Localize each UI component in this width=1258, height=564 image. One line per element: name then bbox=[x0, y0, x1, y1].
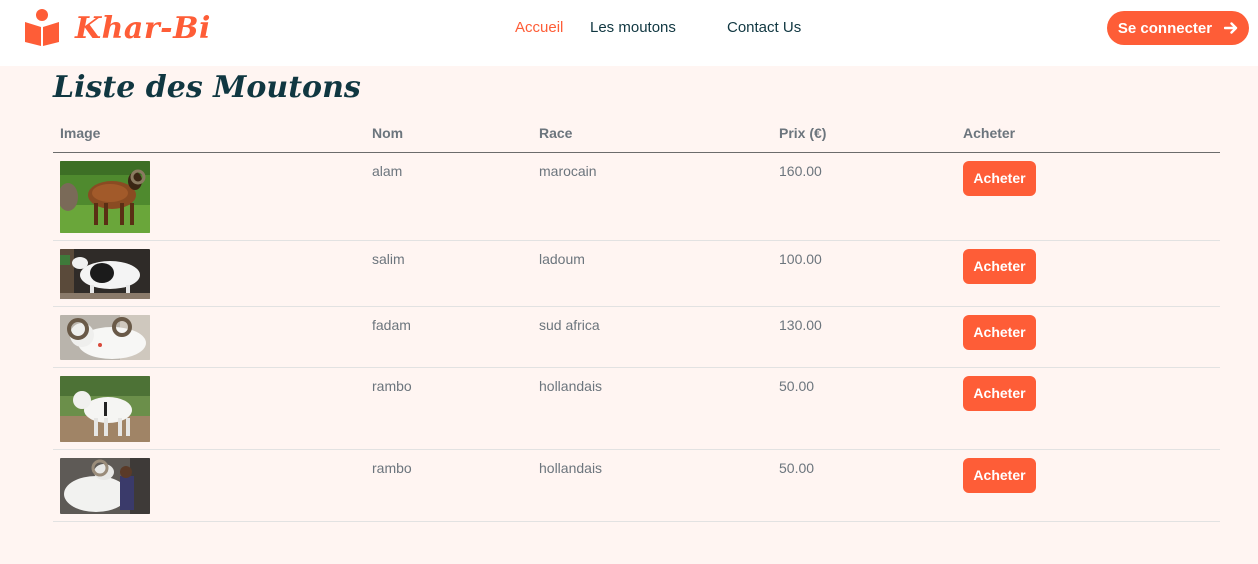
column-header-race: Race bbox=[532, 114, 772, 153]
race-cell: sud africa bbox=[532, 306, 772, 368]
page-title: Liste des Moutons bbox=[53, 70, 361, 105]
acheter-button[interactable]: Acheter bbox=[963, 248, 1036, 284]
brand-logo[interactable]: Khar-Bi bbox=[24, 8, 211, 48]
prix-cell: 160.00 bbox=[772, 152, 956, 241]
acheter-cell: Acheter bbox=[956, 240, 1220, 307]
table-row: salim ladoum 100.00 Acheter bbox=[53, 240, 1220, 307]
nom-cell: alam bbox=[365, 152, 532, 241]
table-row: fadam sud africa 130.00 Acheter bbox=[53, 306, 1220, 368]
nom-cell: rambo bbox=[365, 449, 532, 522]
prix-cell: 50.00 bbox=[772, 367, 956, 450]
acheter-cell: Acheter bbox=[956, 306, 1220, 368]
race-cell: ladoum bbox=[532, 240, 772, 307]
sheep-table: Image Nom Race Prix (€) Acheter alam mar… bbox=[53, 114, 1220, 522]
image-cell bbox=[53, 449, 365, 522]
book-reader-icon bbox=[25, 9, 59, 46]
white-sheep-outdoor-photo bbox=[60, 375, 150, 442]
nav-link-accueil[interactable]: Accueil bbox=[515, 19, 563, 36]
prix-cell: 50.00 bbox=[772, 449, 956, 522]
race-cell: hollandais bbox=[532, 367, 772, 450]
race-cell: hollandais bbox=[532, 449, 772, 522]
white-ram-photo bbox=[60, 314, 150, 360]
acheter-button[interactable]: Acheter bbox=[963, 160, 1036, 196]
brand-name: Khar-Bi bbox=[75, 10, 211, 46]
nav-link-les-moutons[interactable]: Les moutons bbox=[590, 19, 676, 36]
nom-cell: rambo bbox=[365, 367, 532, 450]
image-cell bbox=[53, 240, 365, 307]
arrow-right-icon bbox=[1224, 22, 1238, 34]
prix-cell: 130.00 bbox=[772, 306, 956, 368]
image-cell bbox=[53, 367, 365, 450]
table-header-row: Image Nom Race Prix (€) Acheter bbox=[53, 114, 1220, 153]
acheter-button[interactable]: Acheter bbox=[963, 457, 1036, 493]
column-header-nom: Nom bbox=[365, 114, 532, 153]
login-button[interactable]: Se connecter bbox=[1107, 11, 1249, 45]
image-cell bbox=[53, 306, 365, 368]
login-button-label: Se connecter bbox=[1117, 19, 1213, 37]
image-cell bbox=[53, 152, 365, 241]
navbar: Khar-Bi Accueil Les moutons Contact Us S… bbox=[0, 0, 1258, 66]
nom-cell: fadam bbox=[365, 306, 532, 368]
table-row: rambo hollandais 50.00 Acheter bbox=[53, 367, 1220, 450]
brown-sheep-photo bbox=[60, 160, 150, 233]
acheter-button[interactable]: Acheter bbox=[963, 375, 1036, 411]
nav-link-contact-us[interactable]: Contact Us bbox=[727, 19, 801, 36]
race-cell: marocain bbox=[532, 152, 772, 241]
table-row: alam marocain 160.00 Acheter bbox=[53, 152, 1220, 241]
column-header-acheter: Acheter bbox=[956, 114, 1220, 153]
prix-cell: 100.00 bbox=[772, 240, 956, 307]
acheter-cell: Acheter bbox=[956, 449, 1220, 522]
nom-cell: salim bbox=[365, 240, 532, 307]
acheter-cell: Acheter bbox=[956, 367, 1220, 450]
column-header-image: Image bbox=[53, 114, 365, 153]
table-row: rambo hollandais 50.00 Acheter bbox=[53, 449, 1220, 522]
column-header-prix: Prix (€) bbox=[772, 114, 956, 153]
acheter-cell: Acheter bbox=[956, 152, 1220, 241]
white-ram-with-man-photo bbox=[60, 457, 150, 514]
black-white-sheep-photo bbox=[60, 248, 150, 299]
acheter-button[interactable]: Acheter bbox=[963, 314, 1036, 350]
